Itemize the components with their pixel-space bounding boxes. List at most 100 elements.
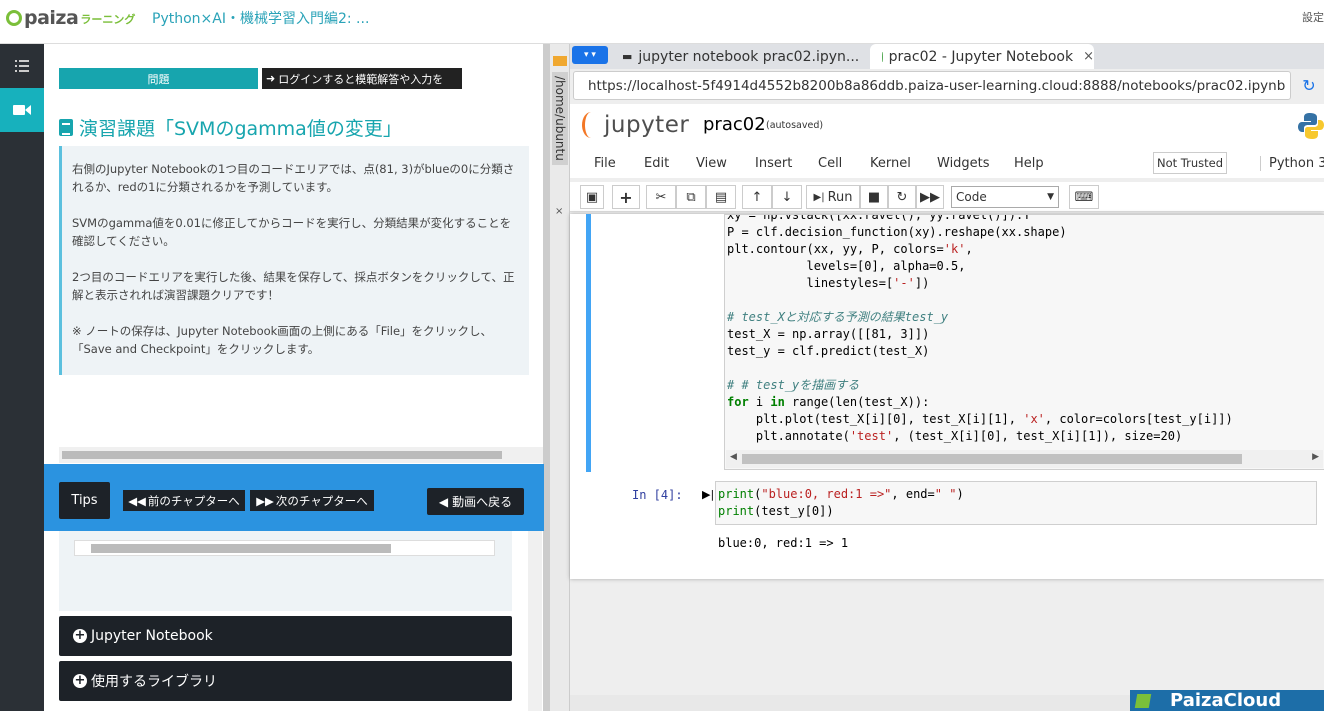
file-browser-tab[interactable]: /home/ubuntu × [550, 44, 570, 711]
browser-tab-active[interactable]: prac02 - Jupyter Notebook × [870, 44, 1094, 69]
tab-close-icon[interactable]: × [1083, 49, 1094, 64]
back-to-video-label: 動画へ戻る [452, 495, 513, 509]
menu-kernel[interactable]: Kernel [870, 156, 911, 171]
menu-insert[interactable]: Insert [755, 156, 792, 171]
plus-circle-icon: + [73, 673, 87, 688]
prev-chapter-button[interactable]: ◀◀ 前のチャプターへ [123, 490, 245, 511]
tips-bar: Tips ◀◀ 前のチャプターへ ▶▶ 次のチャプターへ ◀ 動画へ戻る [44, 464, 544, 531]
move-down-icon[interactable]: ↓ [772, 185, 802, 209]
insert-cell-icon[interactable]: + [612, 185, 640, 209]
run-button[interactable]: ▶| Run [806, 185, 860, 209]
save-icon[interactable]: ▣ [580, 185, 604, 209]
paizacloud-cube-icon [1134, 693, 1152, 708]
code-horizontal-scrollbar[interactable]: ◀ ▶ [726, 450, 1323, 468]
document-icon [59, 119, 73, 136]
copy-icon[interactable]: ⧉ [676, 185, 706, 209]
description-paragraph: SVMのgamma値を0.01に修正してからコードを実行し、分類結果が変化するこ… [72, 216, 512, 248]
cut-icon[interactable]: ✂ [646, 185, 676, 209]
video-camera-icon[interactable] [0, 88, 44, 132]
horizontal-scrollbar[interactable] [570, 695, 1130, 711]
close-icon[interactable]: × [555, 206, 563, 217]
notebook-name[interactable]: prac02 [703, 114, 766, 135]
fast-forward-icon: ▶▶ [256, 493, 274, 508]
code-editor[interactable]: xy = np.vstack([xx.ravel(), yy.ravel()])… [724, 214, 1324, 470]
cell-prompt: In [4]: [632, 488, 683, 502]
paiza-logo[interactable]: paiza ラーニング [6, 6, 135, 30]
stop-icon[interactable]: ■ [860, 185, 888, 209]
code-cell-selected[interactable]: xy = np.vstack([xx.ravel(), yy.ravel()])… [586, 214, 1324, 472]
horizontal-scrollbar[interactable] [59, 447, 543, 463]
scroll-left-icon[interactable]: ◀ [730, 452, 737, 462]
logo-text: paiza [24, 7, 79, 29]
cell-type-select[interactable]: Code ▼ [951, 186, 1059, 208]
back-to-video-button[interactable]: ◀ 動画へ戻る [427, 488, 524, 515]
restart-icon[interactable]: ↻ [888, 185, 916, 209]
trust-indicator[interactable]: Not Trusted [1153, 152, 1227, 174]
settings-link[interactable]: 設定 [1302, 9, 1324, 25]
exercise-description: 右側のJupyter Notebookの1つ目のコードエリアでは、点(81, 3… [59, 146, 529, 375]
tab-login[interactable]: ➜ ログインすると模範解答や入力を [262, 68, 462, 89]
jupyter-toolbar: ▣ + ✂ ⧉ ▤ ↑ ↓ ▶| Run ■ ↻ ▶▶ Code ▼ ⌨ [570, 182, 1324, 212]
accordion-label: Jupyter Notebook [91, 628, 213, 644]
menu-cell[interactable]: Cell [818, 156, 842, 171]
menu-edit[interactable]: Edit [644, 156, 669, 171]
cell-type-value: Code [956, 190, 987, 204]
browser-tab-strip: ▾ ▾ ▬ jupyter notebook prac02.ipyn... × … [570, 44, 1324, 69]
code-editor[interactable]: print("blue:0, red:1 =>", end=" ") print… [715, 481, 1317, 525]
scrollbar-thumb[interactable] [91, 544, 391, 553]
jupyter-header: jupyter prac02 (autosaved) [570, 104, 1324, 150]
browser-window: ▾ ▾ ▬ jupyter notebook prac02.ipyn... × … [570, 44, 1324, 711]
browser-menu-button[interactable]: ▾ ▾ [572, 46, 608, 64]
scroll-right-icon[interactable]: ▶ [1312, 452, 1319, 462]
paizacloud-logo: PaizaCloud [1130, 690, 1324, 711]
course-title-link[interactable]: Python×AI・機械学習入門編2: ... [152, 8, 369, 28]
accordion-jupyter-notebook[interactable]: + Jupyter Notebook [59, 616, 512, 656]
folder-icon [553, 56, 567, 66]
accordion-libraries[interactable]: + 使用するライブラリ [59, 661, 512, 701]
browser-tab[interactable]: ▬ jupyter notebook prac02.ipyn... × [610, 44, 880, 69]
jupyter-logo[interactable]: jupyter [582, 112, 689, 138]
next-chapter-label: 次のチャプターへ [275, 493, 368, 508]
paste-icon[interactable]: ▤ [706, 185, 736, 209]
jupyter-logo-icon [582, 112, 600, 138]
tab-problem[interactable]: 問題 [59, 68, 258, 89]
run-label: Run [827, 189, 853, 205]
scrollbar-thumb[interactable] [62, 451, 502, 459]
notebook-page: xy = np.vstack([xx.ravel(), yy.ravel()])… [570, 214, 1324, 579]
list-icon[interactable] [0, 44, 44, 88]
restart-run-all-icon[interactable]: ▶▶ [916, 185, 944, 209]
next-chapter-button[interactable]: ▶▶ 次のチャプターへ [250, 490, 374, 511]
horizontal-scrollbar[interactable] [74, 540, 495, 556]
cell-output: blue:0, red:1 => 1 [718, 536, 849, 550]
code-text: print("blue:0, red:1 =>", end=" ") print… [718, 487, 964, 518]
run-cell-icon[interactable]: ▶| [702, 488, 714, 501]
move-up-icon[interactable]: ↑ [742, 185, 772, 209]
browser-tab-title: jupyter notebook prac02.ipyn... [638, 48, 860, 65]
left-rail [0, 44, 44, 711]
file-path-label: /home/ubuntu [552, 72, 568, 165]
description-paragraph: 右側のJupyter Notebookの1つ目のコードエリアでは、点(81, 3… [72, 162, 515, 194]
plus-circle-icon: + [73, 628, 87, 643]
run-icon: ▶| [813, 191, 825, 203]
prev-chapter-label: 前のチャプターへ [147, 493, 240, 508]
menu-file[interactable]: File [594, 156, 616, 171]
code-text: xy = np.vstack([xx.ravel(), yy.ravel()])… [727, 214, 1233, 443]
browser-tab-title: prac02 - Jupyter Notebook [888, 48, 1074, 65]
menu-widgets[interactable]: Widgets [937, 156, 990, 171]
menu-view[interactable]: View [696, 156, 727, 171]
jupyter-favicon-icon [882, 51, 883, 62]
vertical-scrollbar[interactable] [528, 531, 542, 711]
tips-button[interactable]: Tips [59, 482, 110, 519]
address-bar[interactable]: https://localhost-5f4914d4552b8200b8a86d… [573, 71, 1291, 100]
description-paragraph: ※ ノートの保存は、Jupyter Notebook画面の上側にある「File」… [72, 324, 493, 356]
reload-icon[interactable]: ↻ [1298, 74, 1320, 96]
scrollbar-thumb[interactable] [742, 454, 1242, 464]
autosave-status: (autosaved) [766, 120, 824, 131]
python-logo-icon [1298, 113, 1324, 139]
jupyter-menu-bar: File Edit View Insert Cell Kernel Widget… [570, 150, 1324, 178]
keyboard-icon[interactable]: ⌨ [1069, 185, 1099, 209]
terminal-icon: ▬ [622, 50, 633, 63]
menu-help[interactable]: Help [1014, 156, 1044, 171]
login-icon: ➜ [266, 72, 276, 85]
tab-login-label: ログインすると模範解答や入力を [278, 72, 444, 86]
